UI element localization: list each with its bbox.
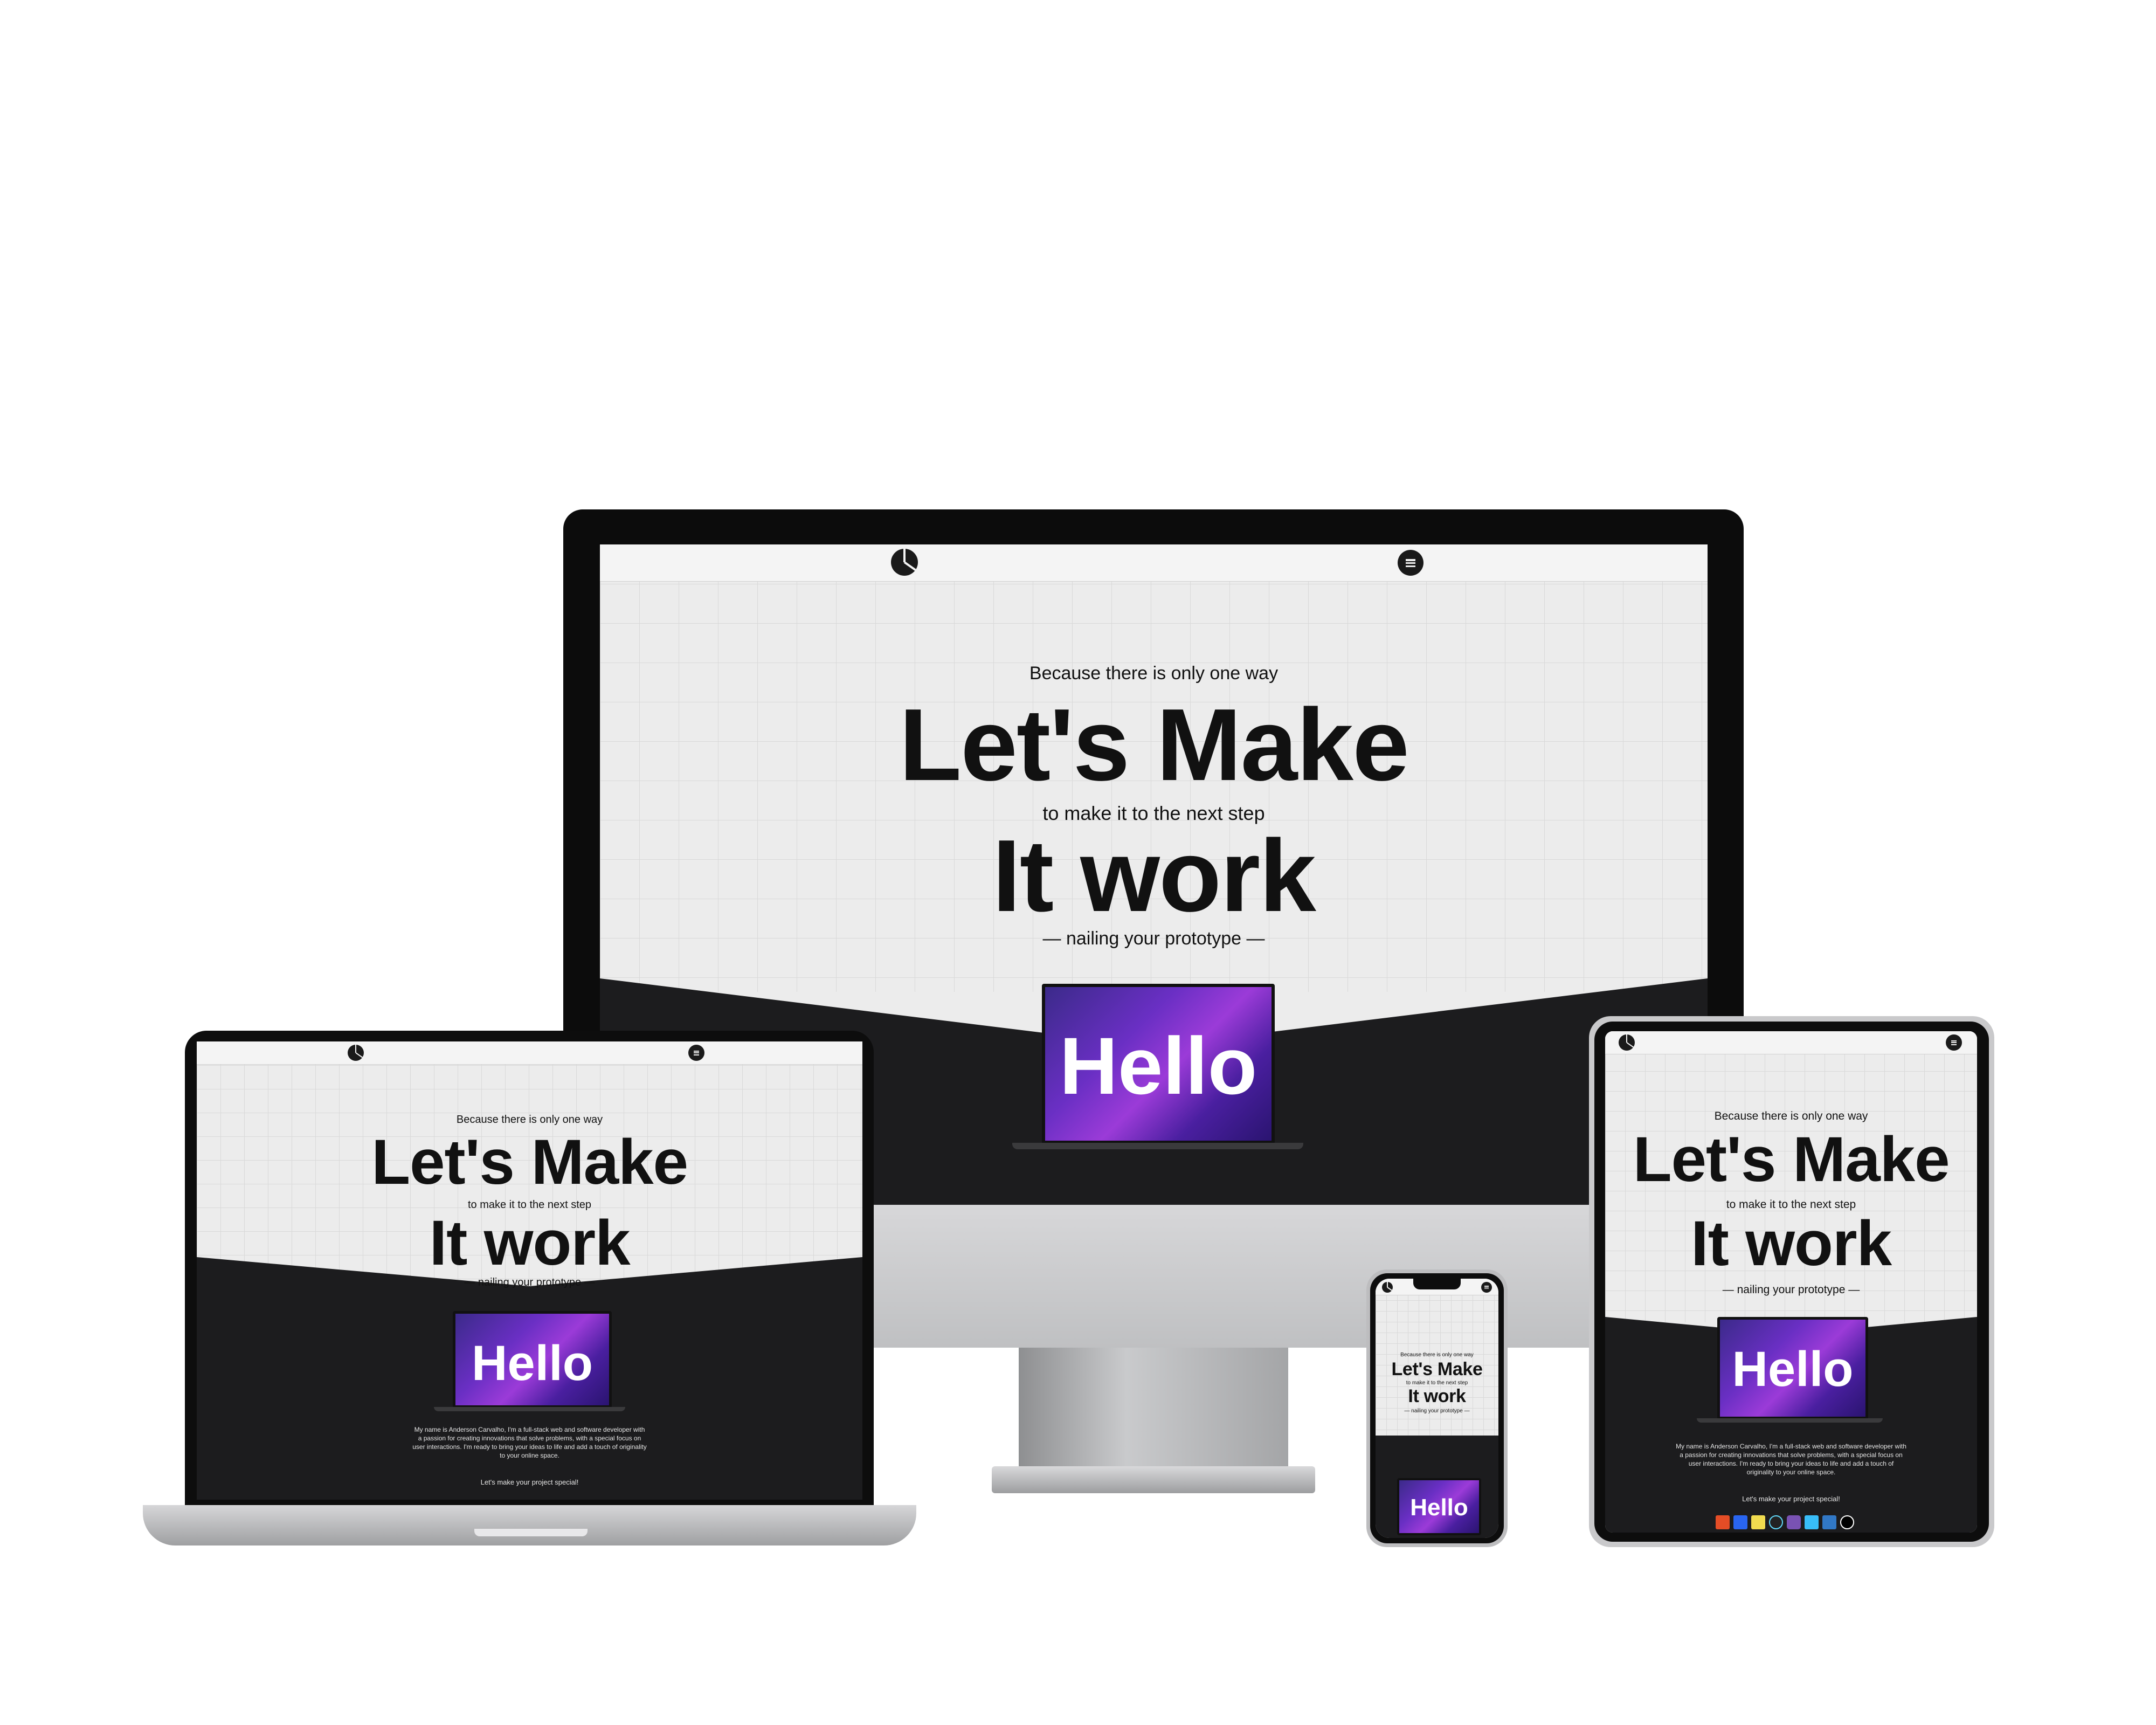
phone-notch	[1413, 1279, 1461, 1289]
javascript-icon	[1751, 1515, 1765, 1529]
laptop-notch	[474, 1529, 588, 1536]
hello-laptop-image: Hello	[1042, 984, 1275, 1144]
typescript-icon	[1822, 1515, 1836, 1529]
menu-icon[interactable]	[688, 1045, 704, 1061]
cta-text: Let's make your project special!	[480, 1478, 579, 1486]
menu-icon[interactable]	[1946, 1034, 1962, 1051]
eyebrow-text: Because there is only one way	[456, 1114, 603, 1126]
eyebrow-text: Because there is only one way	[1714, 1110, 1868, 1122]
tagline-text: — nailing your prototype —	[464, 1276, 595, 1288]
hello-laptop-base	[1012, 1143, 1303, 1149]
cta-text: Let's make your project special!	[1742, 1495, 1840, 1503]
hello-laptop-image: Hello	[1397, 1478, 1481, 1535]
site-logo-icon[interactable]	[1619, 1034, 1635, 1051]
headline-it-work: It work	[1690, 1208, 1892, 1279]
hello-laptop-image: Hello	[1717, 1317, 1868, 1419]
menu-icon[interactable]	[1481, 1282, 1492, 1293]
hello-text: Hello	[472, 1336, 593, 1391]
eyebrow-text: Because there is only one way	[1400, 1352, 1474, 1358]
bio-text: My name is Anderson Carvalho, I'm a full…	[412, 1426, 647, 1459]
site-logo-icon[interactable]	[348, 1045, 364, 1061]
headline-it-work: It work	[429, 1208, 630, 1279]
site-logo-icon[interactable]	[891, 549, 918, 576]
hello-laptop-base	[434, 1407, 625, 1411]
laptop-screen: Because there is only one way Let's Make…	[197, 1041, 862, 1500]
bio-text: My name is Anderson Carvalho, I'm a full…	[1676, 1443, 1906, 1476]
tech-icons-row	[1716, 1515, 1867, 1530]
headline-lets-make: Let's Make	[371, 1127, 688, 1198]
hello-laptop-base	[1697, 1418, 1883, 1423]
hello-text: Hello	[1410, 1494, 1468, 1521]
nextjs-icon	[1840, 1515, 1854, 1529]
headline-lets-make: Let's Make	[899, 688, 1409, 802]
react-icon	[1769, 1515, 1783, 1529]
tailwind-icon	[1805, 1515, 1819, 1529]
menu-icon[interactable]	[1398, 550, 1423, 576]
headline-it-work: It work	[992, 819, 1316, 933]
desktop-stand-base	[992, 1466, 1315, 1493]
hello-text: Hello	[1059, 1020, 1257, 1111]
tagline-text: — nailing your prototype —	[1404, 1408, 1470, 1414]
site-logo-icon[interactable]	[1382, 1282, 1393, 1293]
tablet-screen: Because there is only one way Let's Make…	[1605, 1031, 1977, 1533]
hello-text: Hello	[1732, 1342, 1854, 1397]
hello-laptop-image: Hello	[453, 1311, 612, 1408]
headline-it-work: It work	[1408, 1386, 1466, 1406]
phone-screen: Because there is only one way Let's Make…	[1376, 1279, 1498, 1538]
headline-lets-make: Let's Make	[1391, 1359, 1483, 1379]
css3-icon	[1733, 1515, 1747, 1529]
laptop-base	[143, 1505, 916, 1545]
html5-icon	[1716, 1515, 1730, 1529]
bootstrap-icon	[1787, 1515, 1801, 1529]
headline-lets-make: Let's Make	[1633, 1124, 1950, 1195]
eyebrow-text: Because there is only one way	[1029, 663, 1279, 684]
desktop-stand	[1019, 1348, 1288, 1472]
tagline-text: — nailing your prototype —	[1042, 928, 1265, 949]
tagline-text: — nailing your prototype —	[1722, 1284, 1860, 1296]
